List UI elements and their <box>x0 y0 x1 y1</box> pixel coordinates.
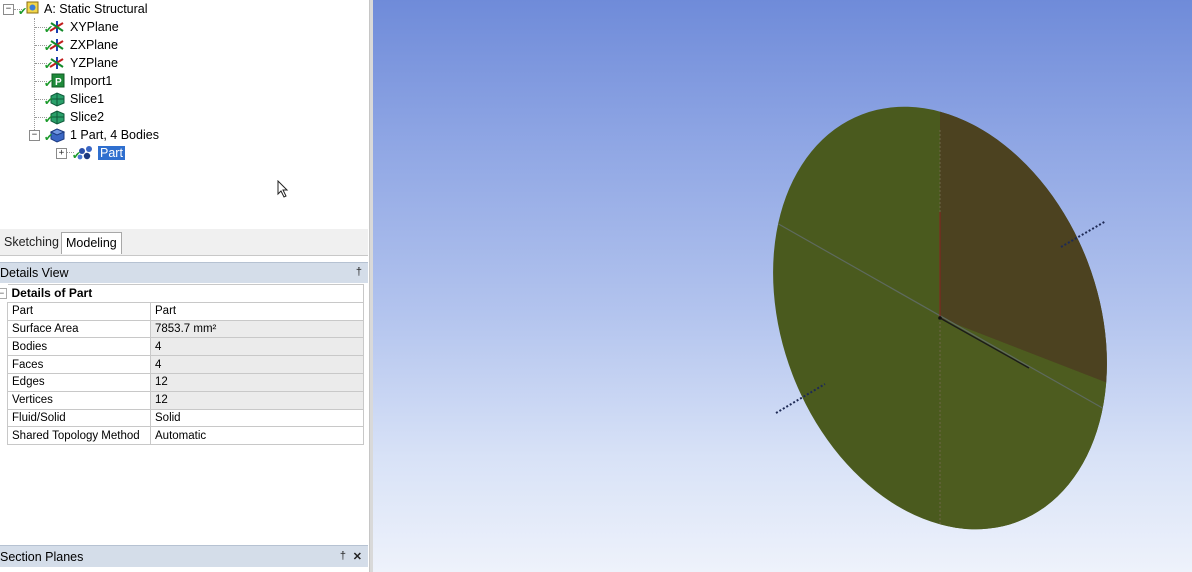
details-row[interactable]: Vertices 12 <box>7 390 364 410</box>
tree-node-label: Part <box>98 146 125 160</box>
checkmark-icon: ✔ <box>18 5 28 18</box>
details-key: Vertices <box>7 390 151 410</box>
tree-node-xyplane[interactable]: ✔ XYPlane <box>44 18 119 36</box>
tree-node-yzplane[interactable]: ✔ YZPlane <box>44 54 118 72</box>
details-value: 12 <box>150 390 364 410</box>
tree-node-import1[interactable]: P ✔ Import1 <box>44 72 113 90</box>
details-key: Shared Topology Method <box>7 426 151 446</box>
tree-node-label: A: Static Structural <box>44 2 148 16</box>
checkmark-icon: ✔ <box>44 23 54 36</box>
tree-node-label: Slice2 <box>70 110 105 124</box>
details-group-label: Details of Part <box>7 284 364 303</box>
close-icon[interactable]: ✕ <box>353 550 362 563</box>
details-key: Faces <box>7 355 151 374</box>
details-value[interactable]: Part <box>150 301 364 321</box>
section-planes-header: Section Planes † ✕ <box>0 545 368 568</box>
tree-node-label: ZXPlane <box>70 38 118 52</box>
details-row[interactable]: Part Part <box>7 301 364 321</box>
details-key: Fluid/Solid <box>7 408 151 428</box>
details-key: Part <box>7 301 151 321</box>
details-value: 7853.7 mm² <box>150 319 364 339</box>
origin-marker <box>938 316 942 320</box>
tree-node-label: 1 Part, 4 Bodies <box>70 128 159 142</box>
section-planes-body <box>0 567 368 572</box>
left-panel: − ✔ A: Static Structural ✔ XYPlane ✔ ZXP… <box>0 0 372 572</box>
checkmark-icon: ✔ <box>44 95 54 108</box>
tree-outline[interactable]: − ✔ A: Static Structural ✔ XYPlane ✔ ZXP… <box>0 0 368 228</box>
static-structural-icon: ✔ <box>18 1 40 18</box>
pin-icon[interactable]: † <box>340 550 346 562</box>
details-row[interactable]: Shared Topology Method Automatic <box>7 426 364 446</box>
checkmark-icon: ✔ <box>44 113 54 126</box>
details-value: 4 <box>150 337 364 357</box>
checkmark-icon: ✔ <box>44 77 54 90</box>
tree-node-label: Slice1 <box>70 92 105 106</box>
tree-connector <box>34 18 35 136</box>
checkmark-icon: ✔ <box>44 41 54 54</box>
details-key: Surface Area <box>7 319 151 339</box>
checkmark-icon: ✔ <box>44 59 54 72</box>
tree-node-slice1[interactable]: ✔ Slice1 <box>44 90 105 108</box>
slice-icon: ✔ <box>44 91 66 108</box>
tab-modeling[interactable]: Modeling <box>61 232 122 254</box>
checkmark-icon: ✔ <box>44 131 54 144</box>
tree-node-label: YZPlane <box>70 56 118 70</box>
plane-axes-icon: ✔ <box>44 55 66 72</box>
details-value[interactable]: Automatic <box>150 426 364 446</box>
tree-collapse-parts[interactable]: − <box>29 130 40 141</box>
model-view <box>714 58 1192 572</box>
svg-text:P: P <box>55 77 62 88</box>
details-row[interactable]: Surface Area 7853.7 mm² <box>7 319 364 339</box>
details-key: Edges <box>7 372 151 392</box>
details-view-header: Details View † <box>0 262 368 283</box>
group-collapse-icon[interactable]: − <box>0 288 7 299</box>
parts-bodies-icon: ✔ <box>44 127 66 144</box>
checkmark-icon: ✔ <box>72 149 82 162</box>
details-group-row[interactable]: Details of Part <box>7 284 364 303</box>
tree-node-label: XYPlane <box>70 20 119 34</box>
plane-axes-icon: ✔ <box>44 19 66 36</box>
details-view: − Details of Part Part Part Surface Area… <box>0 283 368 543</box>
tree-node-zxplane[interactable]: ✔ ZXPlane <box>44 36 118 54</box>
disk-body[interactable] <box>714 58 1192 572</box>
details-view-title: Details View <box>0 266 69 280</box>
tree-node-slice2[interactable]: ✔ Slice2 <box>44 108 105 126</box>
graphics-viewport[interactable] <box>373 0 1192 572</box>
details-row[interactable]: Edges 12 <box>7 372 364 392</box>
details-value: 12 <box>150 372 364 392</box>
tree-node-label: Import1 <box>70 74 113 88</box>
tree-collapse-root[interactable]: − <box>3 4 14 15</box>
details-row[interactable]: Fluid/Solid Solid <box>7 408 364 428</box>
details-grid: Details of Part Part Part Surface Area 7… <box>7 284 364 446</box>
mouse-cursor-icon <box>277 180 289 198</box>
slice-icon: ✔ <box>44 109 66 126</box>
details-value[interactable]: Solid <box>150 408 364 428</box>
import-icon: P ✔ <box>44 73 66 90</box>
tab-sketching[interactable]: Sketching <box>0 232 63 253</box>
tree-node-part[interactable]: ✔ Part <box>72 144 125 162</box>
details-value: 4 <box>150 355 364 374</box>
multibody-part-icon: ✔ <box>72 145 94 162</box>
plane-axes-icon: ✔ <box>44 37 66 54</box>
tree-node-parts-bodies[interactable]: ✔ 1 Part, 4 Bodies <box>44 126 159 144</box>
details-row[interactable]: Bodies 4 <box>7 337 364 357</box>
pin-icon[interactable]: † <box>356 266 362 278</box>
section-planes-title: Section Planes <box>0 550 84 564</box>
tree-expand-part[interactable]: + <box>56 148 67 159</box>
details-key: Bodies <box>7 337 151 357</box>
tree-tabs: Sketching Modeling <box>0 229 368 256</box>
details-row[interactable]: Faces 4 <box>7 355 364 374</box>
tree-node-root[interactable]: ✔ A: Static Structural <box>18 0 148 18</box>
